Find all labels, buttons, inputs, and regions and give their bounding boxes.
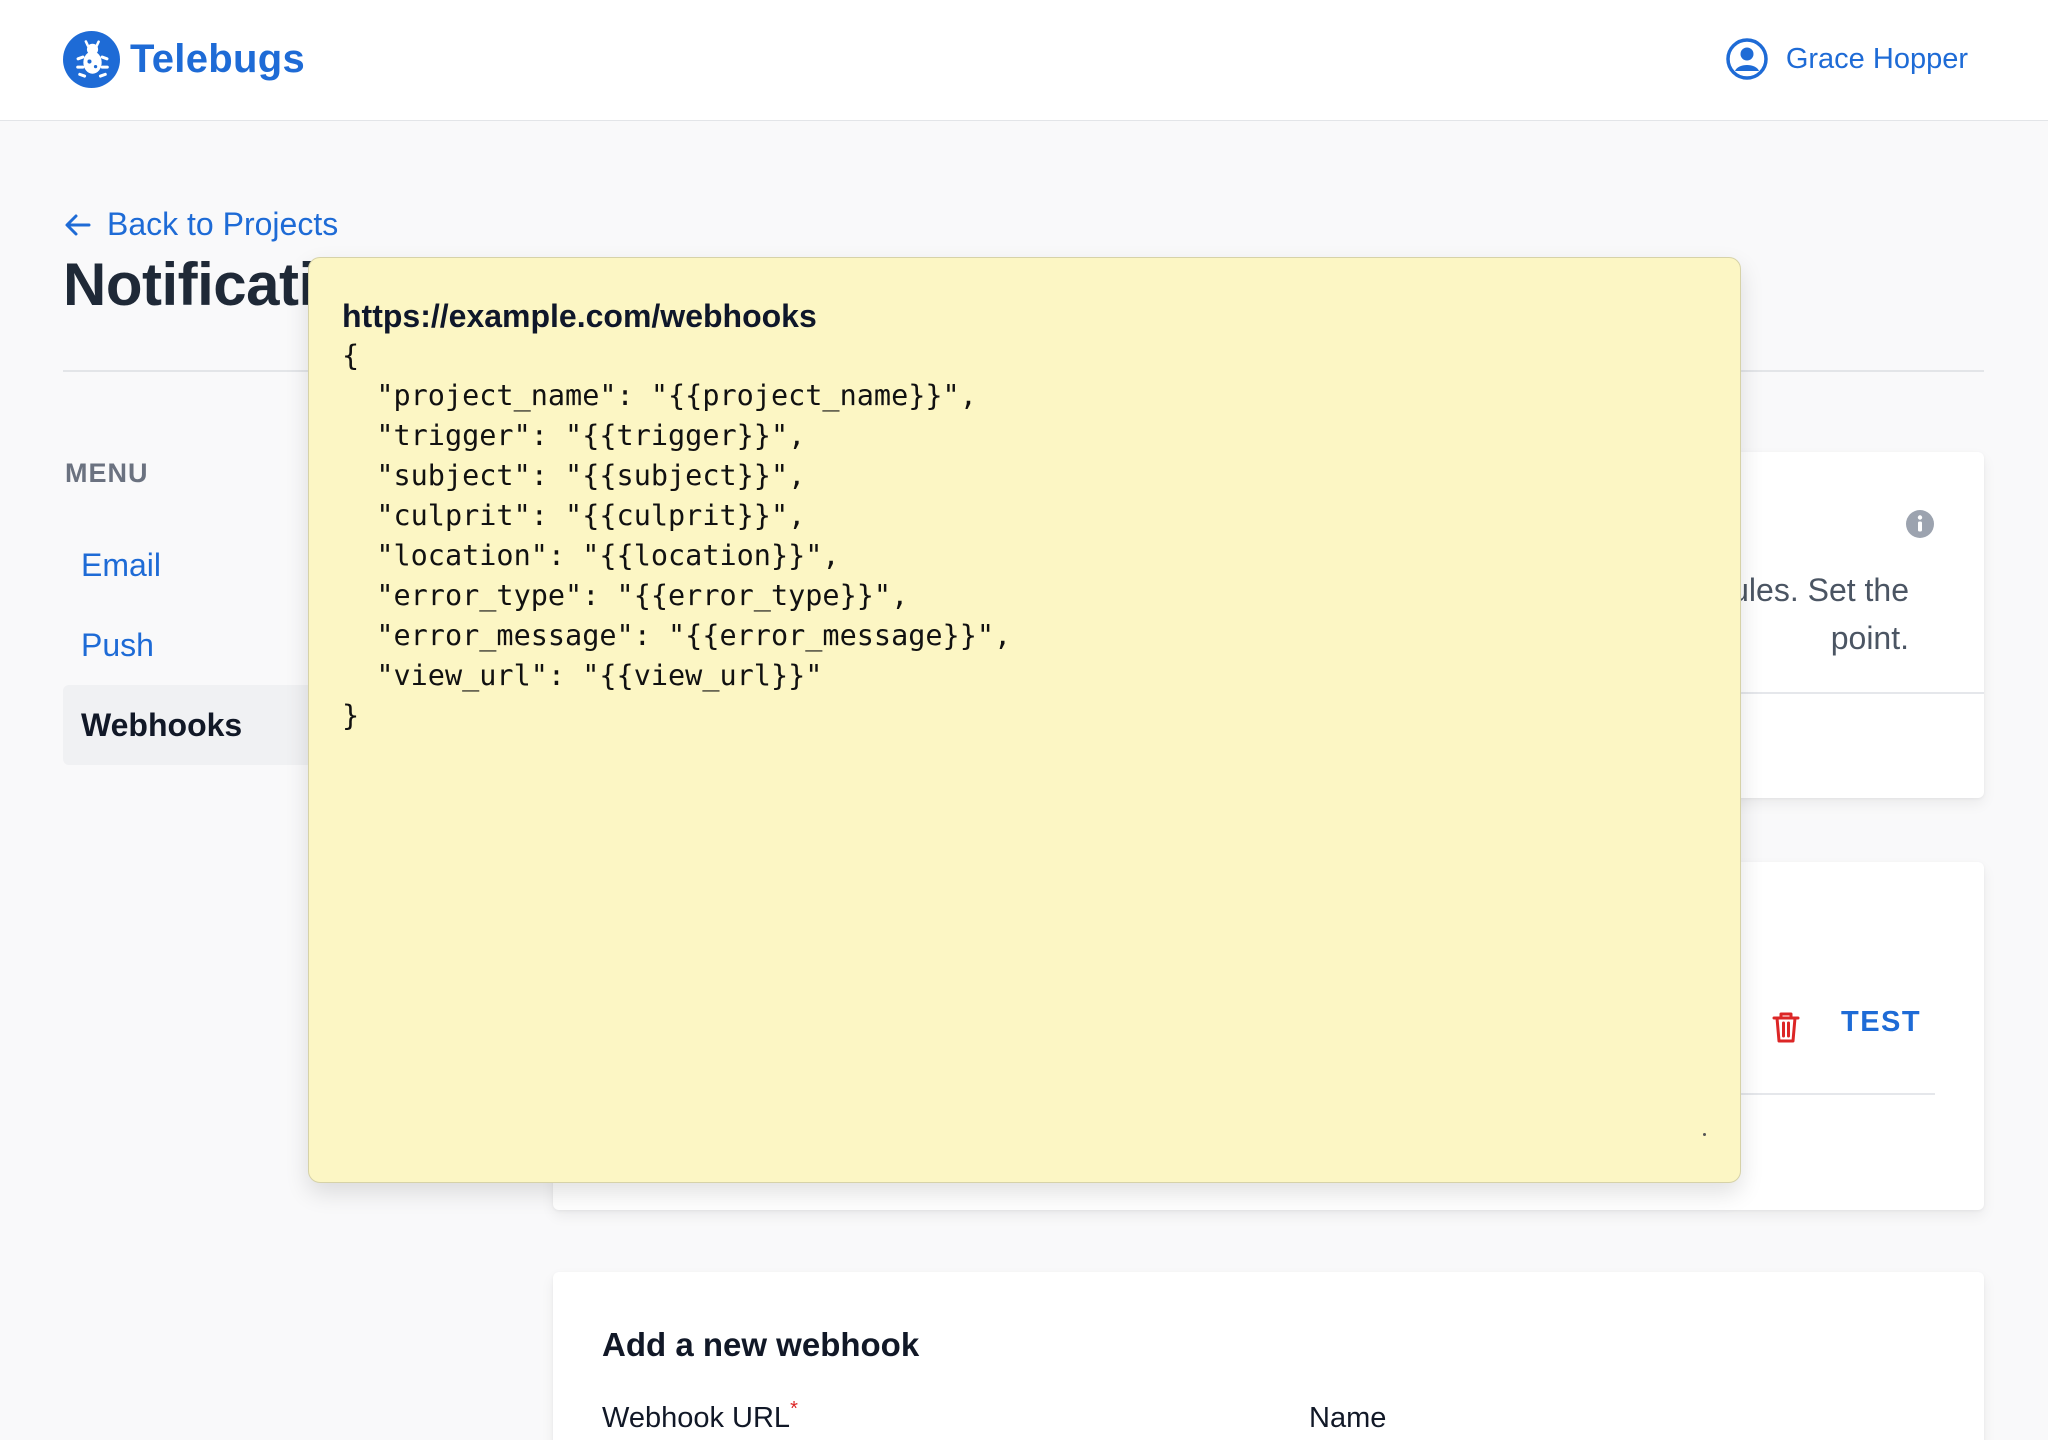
bug-logo-icon bbox=[63, 31, 120, 88]
webhook-url-label-text: Webhook URL bbox=[602, 1402, 791, 1434]
brand-name: Telebugs bbox=[130, 37, 306, 81]
webhook-name-label: Name bbox=[1309, 1402, 1387, 1434]
add-webhook-heading: Add a new webhook bbox=[602, 1326, 920, 1363]
tooltip-json-payload: { "project_name": "{{project_name}}", "t… bbox=[342, 339, 1012, 732]
sidebar-item-label: Email bbox=[81, 546, 162, 583]
brand-logo[interactable]: Telebugs bbox=[63, 31, 305, 88]
required-marker: * bbox=[790, 1398, 798, 1420]
user-menu[interactable]: Grace Hopper bbox=[1726, 38, 1968, 80]
user-avatar-icon bbox=[1726, 38, 1768, 80]
webhook-url-label: Webhook URL* bbox=[602, 1398, 798, 1435]
tooltip-webhook-url: https://example.com/webhooks bbox=[342, 298, 817, 334]
sidebar-menu-heading: MENU bbox=[65, 458, 149, 488]
trash-icon[interactable] bbox=[1770, 1010, 1802, 1044]
sidebar-item-label: Push bbox=[81, 626, 154, 663]
tooltip-resize-handle bbox=[1703, 1133, 1706, 1136]
arrow-left-icon bbox=[65, 214, 91, 235]
top-navigation-bar: Telebugs Grace Hopper bbox=[0, 0, 2048, 121]
user-name: Grace Hopper bbox=[1785, 42, 1968, 75]
back-to-projects-link[interactable]: Back to Projects bbox=[63, 206, 338, 243]
page-title: Notificati bbox=[63, 251, 315, 318]
info-icon[interactable] bbox=[1904, 508, 1936, 540]
sidebar-item-label: Webhooks bbox=[81, 706, 243, 743]
test-webhook-button[interactable]: TEST bbox=[1841, 1006, 1921, 1039]
webhook-payload-tooltip: https://example.com/webhooks { "project_… bbox=[308, 257, 1741, 1183]
add-webhook-card: Add a new webhook Webhook URL* Name bbox=[553, 1272, 1984, 1440]
back-link-label: Back to Projects bbox=[107, 206, 339, 242]
